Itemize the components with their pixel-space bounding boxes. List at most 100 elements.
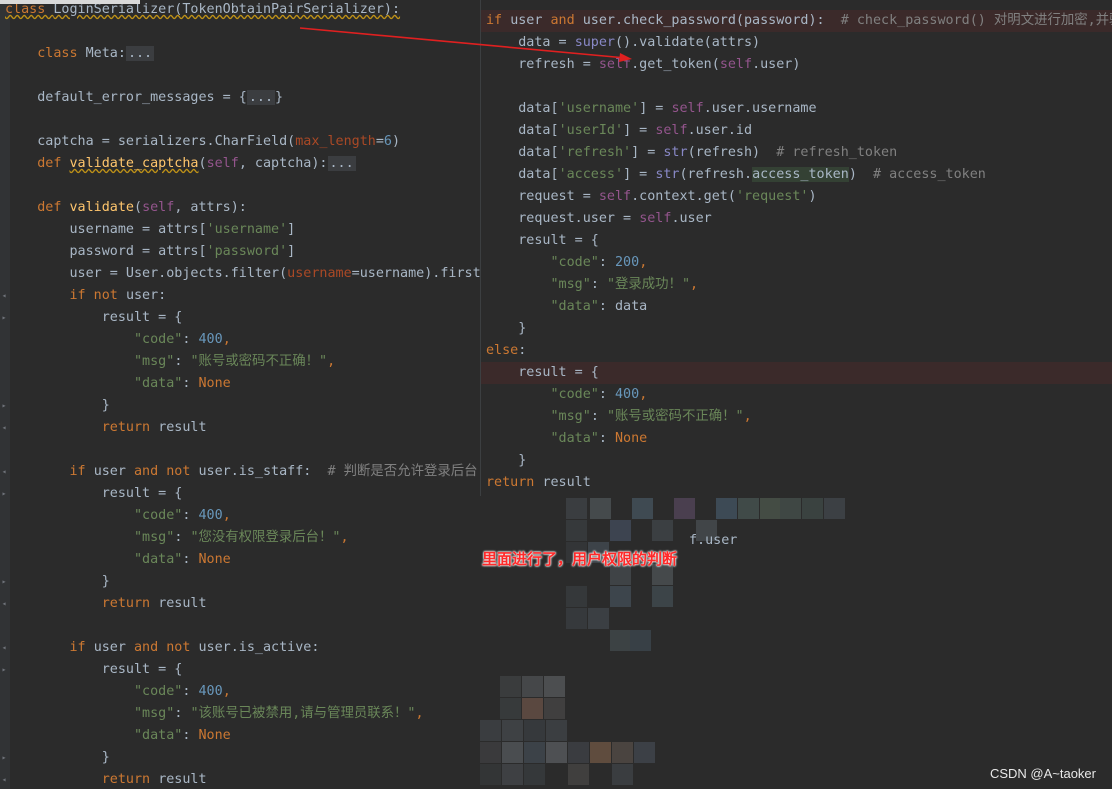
code-token: "账号或密码不正确！" bbox=[190, 354, 328, 369]
pixelated-block bbox=[632, 498, 653, 519]
code-token: : bbox=[598, 387, 615, 402]
code-token: validate bbox=[69, 200, 135, 215]
code-token: "code" bbox=[550, 255, 599, 270]
pixelated-block bbox=[524, 764, 545, 785]
pixelated-block bbox=[588, 608, 609, 629]
code-line: "msg": "您没有权限登录后台！", bbox=[5, 527, 349, 549]
folded-code-marker[interactable]: ... bbox=[125, 46, 155, 61]
code-token: class bbox=[37, 46, 86, 61]
code-token: if bbox=[69, 640, 94, 655]
code-token: "data" bbox=[134, 552, 183, 567]
code-token: data[ bbox=[486, 167, 559, 182]
code-token: and bbox=[550, 13, 583, 28]
code-line: result = { bbox=[486, 230, 599, 252]
code-token: result = { bbox=[5, 486, 183, 501]
pixelated-block bbox=[566, 498, 587, 519]
pixelated-block bbox=[544, 676, 565, 697]
code-token: def bbox=[37, 200, 70, 215]
code-line: username = attrs['username'] bbox=[5, 219, 295, 241]
code-token: , bbox=[639, 387, 648, 402]
code-token: data = bbox=[486, 35, 575, 50]
code-token: request = bbox=[486, 189, 599, 204]
code-token: : bbox=[518, 343, 527, 358]
pixelated-block bbox=[652, 586, 673, 607]
code-line: return result bbox=[486, 472, 591, 494]
code-token: ( bbox=[198, 156, 207, 171]
code-token: ) bbox=[808, 189, 817, 204]
code-token: : data bbox=[598, 299, 648, 314]
code-line: refresh = self.get_token(self.user) bbox=[486, 54, 800, 76]
code-token: user bbox=[510, 13, 551, 28]
code-token: user.is_active: bbox=[198, 640, 320, 655]
pixelated-block bbox=[502, 742, 523, 763]
code-token: # check_password() 对明文进行加密,并验 bbox=[840, 13, 1112, 28]
code-line: return result bbox=[5, 417, 207, 439]
code-line: if user and not user.is_staff: # 判断是否允许登… bbox=[5, 461, 478, 483]
code-token: and not bbox=[134, 640, 199, 655]
code-token: = bbox=[375, 134, 384, 149]
code-editor-pane[interactable]: class LoginSerializer(TokenObtainPairSer… bbox=[0, 0, 480, 789]
folded-code-marker[interactable]: ... bbox=[246, 90, 276, 105]
code-token: return bbox=[101, 596, 159, 611]
pixelated-region bbox=[480, 496, 1112, 789]
code-line: default_error_messages = {...} bbox=[5, 87, 283, 109]
code-token: if bbox=[486, 13, 511, 28]
code-token: data[ bbox=[486, 101, 559, 116]
code-line: def validate(self, attrs): bbox=[5, 197, 247, 219]
folded-code-marker[interactable]: ... bbox=[327, 156, 356, 171]
pixelated-block bbox=[568, 764, 589, 785]
code-token: "data" bbox=[550, 299, 599, 314]
code-token: } bbox=[486, 321, 527, 336]
code-token: self bbox=[142, 200, 175, 215]
code-line: "data": None bbox=[5, 725, 231, 747]
code-token: 'refresh' bbox=[558, 145, 632, 160]
code-token: default_error_messages = { bbox=[5, 90, 247, 105]
code-token: def bbox=[37, 156, 70, 171]
code-token: , bbox=[743, 409, 752, 424]
code-token: user.check_password(password): bbox=[582, 13, 841, 28]
code-token: str bbox=[655, 167, 680, 182]
code-token: user bbox=[93, 464, 134, 479]
code-line: data['refresh'] = str(refresh) # refresh… bbox=[486, 142, 897, 164]
code-token: : bbox=[598, 431, 615, 446]
pixelated-block bbox=[480, 764, 501, 785]
pixelated-block bbox=[500, 698, 521, 719]
code-token: captcha = serializers.CharField( bbox=[5, 134, 296, 149]
code-token: "code" bbox=[134, 332, 183, 347]
code-line: } bbox=[486, 318, 526, 340]
pixelated-block bbox=[610, 630, 631, 651]
code-token: } bbox=[5, 750, 110, 765]
code-token: self bbox=[598, 189, 632, 204]
window-top-strip bbox=[0, 0, 140, 4]
code-token: username = attrs[ bbox=[5, 222, 207, 237]
code-token: ().validate(attrs) bbox=[615, 35, 761, 50]
pixelated-block bbox=[480, 742, 501, 763]
code-token: self bbox=[639, 211, 672, 226]
code-token: .user.username bbox=[703, 101, 817, 116]
code-token: } bbox=[486, 453, 527, 468]
code-token: , bbox=[340, 530, 349, 545]
code-token: 'password' bbox=[206, 244, 288, 259]
code-line: result = { bbox=[486, 362, 599, 384]
code-token: self bbox=[206, 156, 239, 171]
code-token: ) bbox=[391, 134, 401, 149]
code-token: max_length bbox=[295, 134, 376, 149]
pixelated-block bbox=[544, 698, 565, 719]
code-line: request.user = self.user bbox=[486, 208, 712, 230]
watermark: CSDN @A~taoker bbox=[989, 766, 1096, 781]
code-token: ] = bbox=[639, 101, 672, 116]
code-token: } bbox=[5, 574, 110, 589]
code-token: , bbox=[327, 354, 336, 369]
code-token: (refresh. bbox=[679, 167, 753, 182]
pixelated-block bbox=[652, 520, 673, 541]
